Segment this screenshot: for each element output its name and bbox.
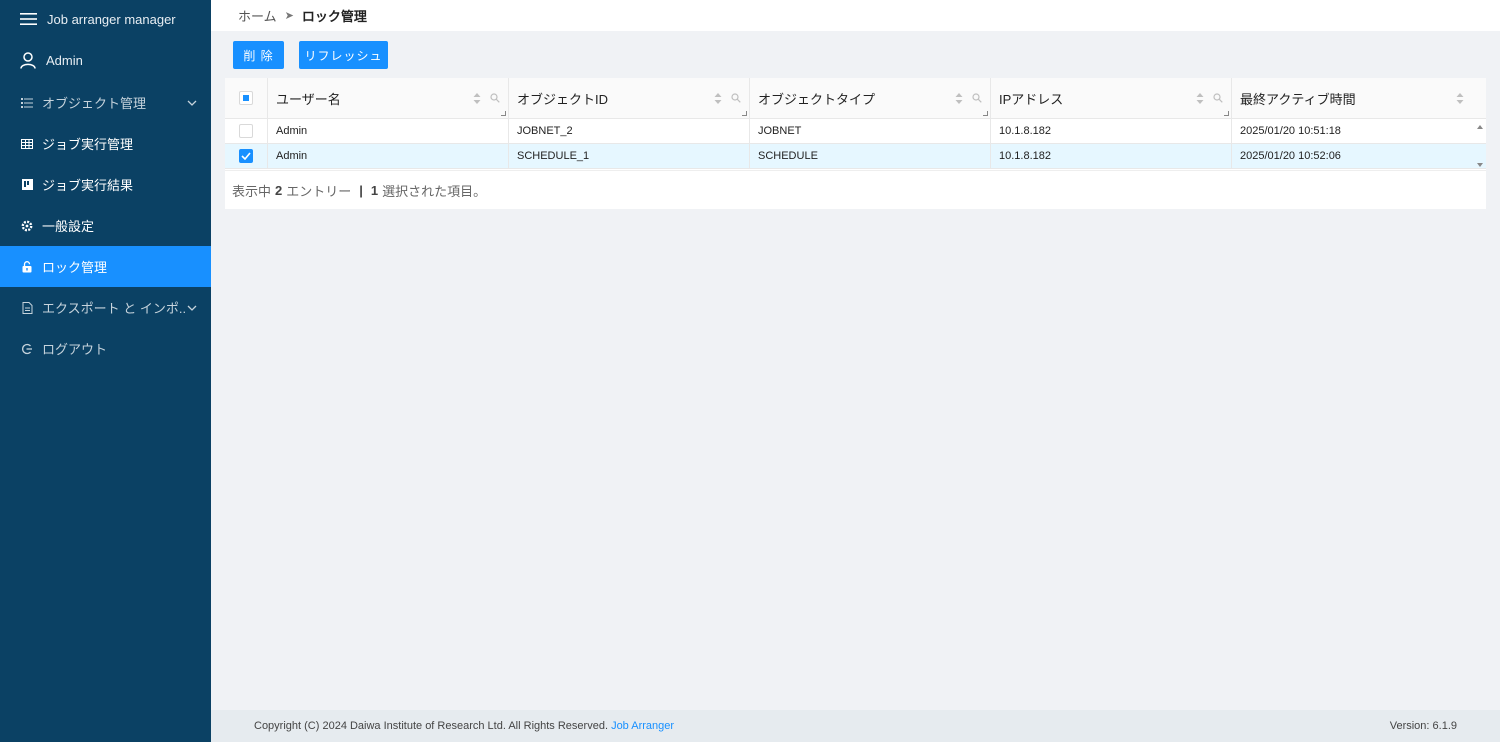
breadcrumb-current: ロック管理 <box>301 9 367 24</box>
scroll-down-icon[interactable] <box>1477 163 1483 167</box>
sidebar-item-logout[interactable]: ログアウト <box>0 328 211 369</box>
row-select-cell <box>225 119 268 143</box>
row-checkbox[interactable] <box>239 124 253 138</box>
cell-last-active: 2025/01/20 10:51:18 <box>1240 125 1341 137</box>
scroll-up-icon[interactable] <box>1477 125 1483 129</box>
header-select-all <box>225 78 268 118</box>
table-summary: 表示中 2 エントリー | 1 選択された項目。 <box>225 170 1486 209</box>
column-header-object-id[interactable]: オブジェクトID <box>509 78 750 118</box>
sidebar-item-job-execution-management[interactable]: ジョブ実行管理 <box>0 123 211 164</box>
column-resize-handle[interactable] <box>742 111 747 116</box>
column-resize-handle[interactable] <box>983 111 988 116</box>
user-info: Admin <box>0 38 211 82</box>
sidebar-item-label: ログアウト <box>42 342 108 357</box>
column-header-label: IPアドレス <box>999 91 1064 107</box>
cell-ip-address: 10.1.8.182 <box>991 119 1232 143</box>
cell-object-type: JOBNET <box>750 119 991 143</box>
sidebar-item-label: ジョブ実行管理 <box>42 137 134 152</box>
footer-link[interactable]: Job Arranger <box>611 720 674 732</box>
column-resize-handle[interactable] <box>501 111 506 116</box>
row-select-cell <box>225 144 268 168</box>
sidebar-item-export-import[interactable]: エクスポート と インポ... <box>0 287 211 328</box>
cell-user: Admin <box>268 144 509 168</box>
chevron-down-icon <box>187 303 197 313</box>
search-icon[interactable] <box>972 91 982 106</box>
sidebar-item-lock-management[interactable]: ロック管理 <box>0 246 211 287</box>
column-header-label: オブジェクトID <box>517 91 609 107</box>
sort-icon[interactable] <box>472 92 482 104</box>
summary-prefix: 表示中 <box>232 183 272 199</box>
sidebar: Job arranger manager Admin オブジェクト管理 ジョブ実… <box>0 0 211 742</box>
page-footer: Copyright (C) 2024 Daiwa Institute of Re… <box>211 710 1500 742</box>
column-header-label: オブジェクトタイプ <box>758 91 876 107</box>
table-header: ユーザー名 オブジェクトID オブジェクトタイプ IPアドレス 最終アクティブ時… <box>225 78 1486 119</box>
column-resize-handle[interactable] <box>1224 111 1229 116</box>
cell-last-active: 2025/01/20 10:52:06 <box>1240 150 1341 162</box>
column-header-object-type[interactable]: オブジェクトタイプ <box>750 78 991 118</box>
refresh-button[interactable]: リフレッシュ <box>299 41 388 69</box>
breadcrumb: ホーム ➤ ロック管理 <box>211 0 1500 31</box>
cell-object-id: JOBNET_2 <box>509 119 750 143</box>
column-header-ip-address[interactable]: IPアドレス <box>991 78 1232 118</box>
app-title: Job arranger manager <box>47 11 176 27</box>
summary-selected-text: 選択された項目。 <box>382 183 487 199</box>
lock-table: ユーザー名 オブジェクトID オブジェクトタイプ IPアドレス 最終アクティブ時… <box>225 78 1486 209</box>
footer-version: Version: 6.1.9 <box>1389 720 1457 732</box>
search-icon[interactable] <box>490 91 500 106</box>
gear-icon <box>20 219 34 233</box>
cell-object-id: SCHEDULE_1 <box>509 144 750 168</box>
table-scrollbar[interactable] <box>1474 119 1486 169</box>
summary-selected-count: 1 <box>370 182 379 198</box>
footer-copyright: Copyright (C) 2024 Daiwa Institute of Re… <box>254 720 608 732</box>
delete-button[interactable]: 削 除 <box>233 41 284 69</box>
select-all-checkbox[interactable] <box>239 91 253 105</box>
sort-icon[interactable] <box>1455 92 1465 104</box>
logout-icon <box>20 342 34 356</box>
column-header-label: 最終アクティブ時間 <box>1240 91 1356 107</box>
summary-divider: | <box>359 182 363 198</box>
column-header-label: ユーザー名 <box>276 91 341 107</box>
summary-count: 2 <box>275 182 283 198</box>
checkmark-icon <box>241 152 251 160</box>
sidebar-item-job-execution-results[interactable]: ジョブ実行結果 <box>0 164 211 205</box>
user-name: Admin <box>46 52 83 68</box>
board-icon <box>20 178 34 192</box>
sidebar-item-label: エクスポート と インポ... <box>42 301 187 316</box>
search-icon[interactable] <box>1213 91 1223 106</box>
table-row[interactable]: Admin JOBNET_2 JOBNET 10.1.8.182 2025/01… <box>225 119 1486 144</box>
sort-icon[interactable] <box>1195 92 1205 104</box>
breadcrumb-separator-icon: ➤ <box>284 10 294 22</box>
cell-ip-address: 10.1.8.182 <box>991 144 1232 168</box>
table-icon <box>20 137 34 151</box>
cell-user: Admin <box>268 119 509 143</box>
footer-copyright-block: Copyright (C) 2024 Daiwa Institute of Re… <box>254 720 674 732</box>
search-icon[interactable] <box>731 91 741 106</box>
sidebar-item-label: オブジェクト管理 <box>42 96 147 111</box>
sidebar-item-general-settings[interactable]: 一般設定 <box>0 205 211 246</box>
column-header-last-active[interactable]: 最終アクティブ時間 <box>1232 78 1473 118</box>
sidebar-header: Job arranger manager <box>0 0 211 38</box>
sidebar-item-label: 一般設定 <box>42 219 95 234</box>
breadcrumb-home[interactable]: ホーム <box>238 6 277 25</box>
sort-icon[interactable] <box>954 92 964 104</box>
table-row[interactable]: Admin SCHEDULE_1 SCHEDULE 10.1.8.182 202… <box>225 144 1486 169</box>
toolbar: 削 除 リフレッシュ <box>233 41 388 69</box>
sidebar-item-label: ロック管理 <box>42 260 108 275</box>
cell-object-type: SCHEDULE <box>750 144 991 168</box>
row-checkbox[interactable] <box>239 149 253 163</box>
hamburger-menu-icon[interactable] <box>20 12 37 26</box>
sort-icon[interactable] <box>713 92 723 104</box>
list-icon <box>20 96 34 110</box>
sidebar-item-object-management[interactable]: オブジェクト管理 <box>0 82 211 123</box>
chevron-down-icon <box>187 98 197 108</box>
summary-entries: エントリー <box>286 183 352 199</box>
user-icon <box>20 51 36 69</box>
column-header-user[interactable]: ユーザー名 <box>268 78 509 118</box>
main-content: ホーム ➤ ロック管理 削 除 リフレッシュ ユーザー名 オブジェクトID オブ… <box>211 0 1500 742</box>
lock-icon <box>20 260 34 274</box>
file-icon <box>20 301 34 315</box>
sidebar-item-label: ジョブ実行結果 <box>42 178 134 193</box>
